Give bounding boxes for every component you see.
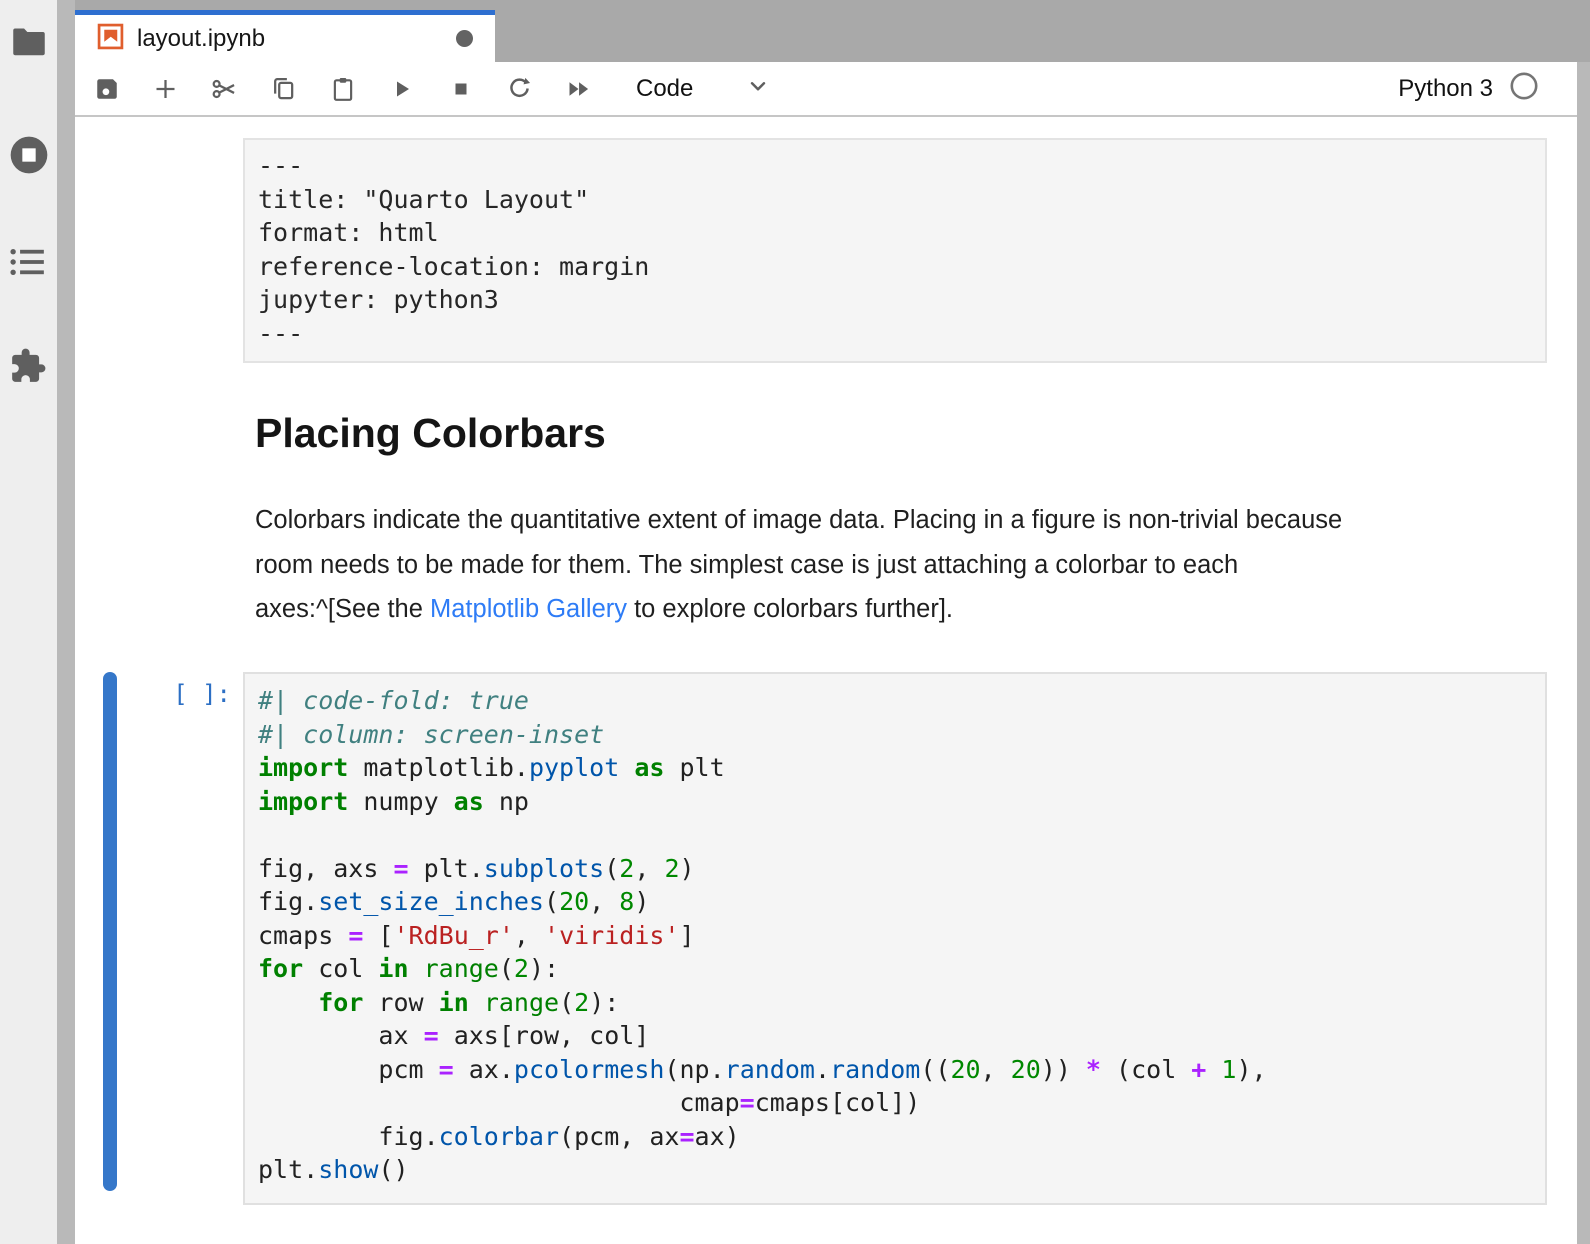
code-line: #| column: screen-inset <box>258 718 1545 752</box>
running-kernels-icon[interactable] <box>9 135 49 180</box>
code-line: cmap=cmaps[col]) <box>258 1086 1545 1120</box>
table-of-contents-icon[interactable] <box>9 245 47 284</box>
tab-title: layout.ipynb <box>137 25 265 53</box>
save-icon[interactable] <box>93 75 120 102</box>
notebook-toolbar: Code Python 3 <box>75 62 1577 117</box>
paragraph-text: axes:^[See the <box>255 595 430 623</box>
code-line: #| code-fold: true <box>258 684 1545 718</box>
stop-icon[interactable] <box>447 75 474 102</box>
cell-collapser-bar[interactable] <box>103 672 117 1191</box>
cut-icon[interactable] <box>211 75 238 102</box>
code-line: ax = axs[row, col] <box>258 1019 1545 1053</box>
input-prompt: [ ]: <box>115 680 231 708</box>
kernel-idle-circle-icon[interactable] <box>1509 71 1539 106</box>
add-cell-icon[interactable] <box>152 75 179 102</box>
raw-yaml-cell[interactable]: --- title: "Quarto Layout" format: html … <box>243 138 1547 363</box>
matplotlib-gallery-link[interactable]: Matplotlib Gallery <box>430 595 627 623</box>
code-line: fig.colorbar(pcm, ax=ax) <box>258 1120 1545 1154</box>
notebook-icon <box>97 23 124 55</box>
tab-layout-ipynb[interactable]: layout.ipynb <box>75 10 495 62</box>
code-line: pcm = ax.pcolormesh(np.random.random((20… <box>258 1053 1545 1087</box>
paste-icon[interactable] <box>329 75 356 102</box>
run-all-icon[interactable] <box>565 75 592 102</box>
run-icon[interactable] <box>388 75 415 102</box>
notebook-panel: --- title: "Quarto Layout" format: html … <box>75 117 1577 1244</box>
code-line: fig.set_size_inches(20, 8) <box>258 885 1545 919</box>
activity-sidebar <box>0 0 57 1244</box>
extensions-icon[interactable] <box>9 347 47 390</box>
scrollbar-track[interactable] <box>1577 62 1590 1244</box>
code-editor[interactable]: #| code-fold: true#| column: screen-inse… <box>243 672 1547 1205</box>
code-line: fig, axs = plt.subplots(2, 2) <box>258 852 1545 886</box>
markdown-heading: Placing Colorbars <box>255 410 606 457</box>
paragraph-text: to explore colorbars further]. <box>627 595 953 623</box>
cell-type-select[interactable]: Code <box>636 75 693 103</box>
chevron-down-icon[interactable] <box>745 73 771 104</box>
folder-icon[interactable] <box>11 26 47 63</box>
unsaved-dot[interactable] <box>456 30 473 47</box>
copy-icon[interactable] <box>270 75 297 102</box>
code-line: for row in range(2): <box>258 986 1545 1020</box>
code-line: cmaps = ['RdBu_r', 'viridis'] <box>258 919 1545 953</box>
paragraph-text: room needs to be made for them. The simp… <box>255 551 1238 579</box>
code-line: import matplotlib.pyplot as plt <box>258 751 1545 785</box>
jupyterlab-window: layout.ipynb <box>0 0 1590 1244</box>
paragraph-text: Colorbars indicate the quantitative exte… <box>255 506 1342 534</box>
code-line: for col in range(2): <box>258 952 1545 986</box>
code-line <box>258 818 1545 852</box>
sidebar-divider <box>57 0 75 1244</box>
restart-kernel-icon[interactable] <box>506 75 533 102</box>
markdown-paragraph: Colorbars indicate the quantitative exte… <box>255 498 1545 632</box>
kernel-indicator: Python 3 <box>1398 71 1577 106</box>
kernel-name[interactable]: Python 3 <box>1398 75 1493 103</box>
code-line: plt.show() <box>258 1153 1545 1187</box>
code-line: import numpy as np <box>258 785 1545 819</box>
